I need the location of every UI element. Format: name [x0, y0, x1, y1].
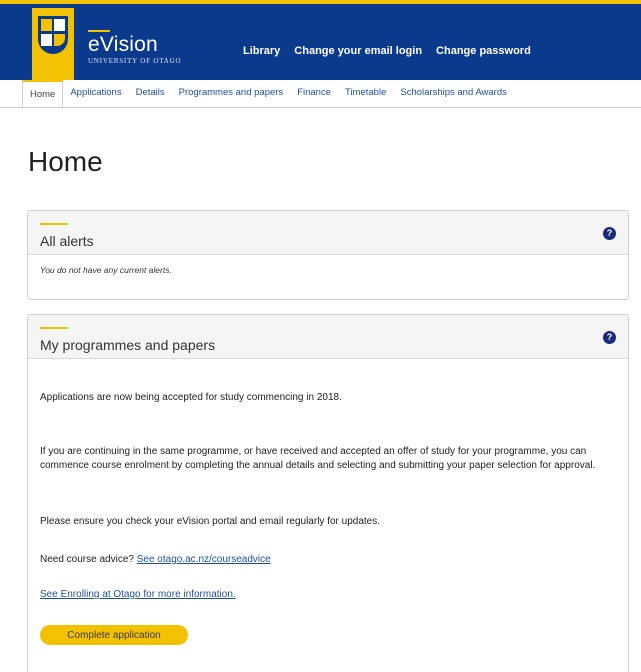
top-header: eVision UNIVERSITY OF OTAGO Library Chan… [0, 0, 641, 84]
brand[interactable]: eVision UNIVERSITY OF OTAGO [88, 30, 181, 65]
tab-home[interactable]: Home [22, 80, 64, 107]
header-links: Library Change your email login Change p… [243, 45, 531, 57]
alerts-panel-title: All alerts [40, 233, 94, 249]
university-crest-logo[interactable] [32, 8, 74, 84]
tab-applications[interactable]: Applications [63, 80, 128, 107]
library-link[interactable]: Library [243, 45, 280, 57]
panel-accent-line [40, 327, 68, 329]
alerts-panel-header: All alerts ? [28, 211, 628, 255]
tab-details[interactable]: Details [129, 80, 172, 107]
alerts-message: You do not have any current alerts. [40, 265, 172, 275]
enrolling-line: See Enrolling at Otago for more informat… [40, 588, 618, 602]
shield-icon [38, 16, 68, 54]
complete-application-button[interactable]: Complete application [40, 625, 188, 645]
programmes-panel: My programmes and papers ? Applications … [27, 314, 629, 672]
programmes-panel-title: My programmes and papers [40, 337, 216, 353]
tab-finance[interactable]: Finance [290, 80, 338, 107]
tab-timetable[interactable]: Timetable [338, 80, 393, 107]
course-advice-link[interactable]: See otago.ac.nz/courseadvice [137, 554, 271, 565]
course-advice-line: Need course advice? See otago.ac.nz/cour… [40, 553, 618, 567]
help-icon[interactable]: ? [603, 331, 616, 344]
brand-name: eVision [88, 33, 158, 56]
applications-open-text: Applications are now being accepted for … [40, 392, 342, 403]
tab-scholarships-and-awards[interactable]: Scholarships and Awards [393, 80, 514, 107]
programmes-panel-header: My programmes and papers ? [28, 315, 628, 359]
main-tab-bar: Home Applications Details Programmes and… [0, 80, 641, 108]
brand-subtitle: UNIVERSITY OF OTAGO [88, 57, 182, 65]
continuing-students-text: If you are continuing in the same progra… [40, 446, 596, 471]
tab-programmes-and-papers[interactable]: Programmes and papers [172, 80, 291, 107]
programmes-panel-body: Applications are now being accepted for … [28, 359, 628, 600]
enrolling-at-otago-link[interactable]: See Enrolling at Otago for more informat… [40, 589, 236, 600]
alerts-panel: All alerts ? You do not have any current… [27, 210, 629, 300]
help-icon[interactable]: ? [603, 227, 616, 240]
page-title: Home [28, 146, 103, 177]
course-advice-label: Need course advice? [40, 554, 137, 565]
panel-accent-line [40, 223, 68, 225]
check-portal-text: Please ensure you check your eVision por… [40, 516, 381, 527]
change-password-link[interactable]: Change password [436, 45, 531, 57]
brand-accent-line [88, 30, 110, 32]
change-email-login-link[interactable]: Change your email login [294, 45, 422, 57]
